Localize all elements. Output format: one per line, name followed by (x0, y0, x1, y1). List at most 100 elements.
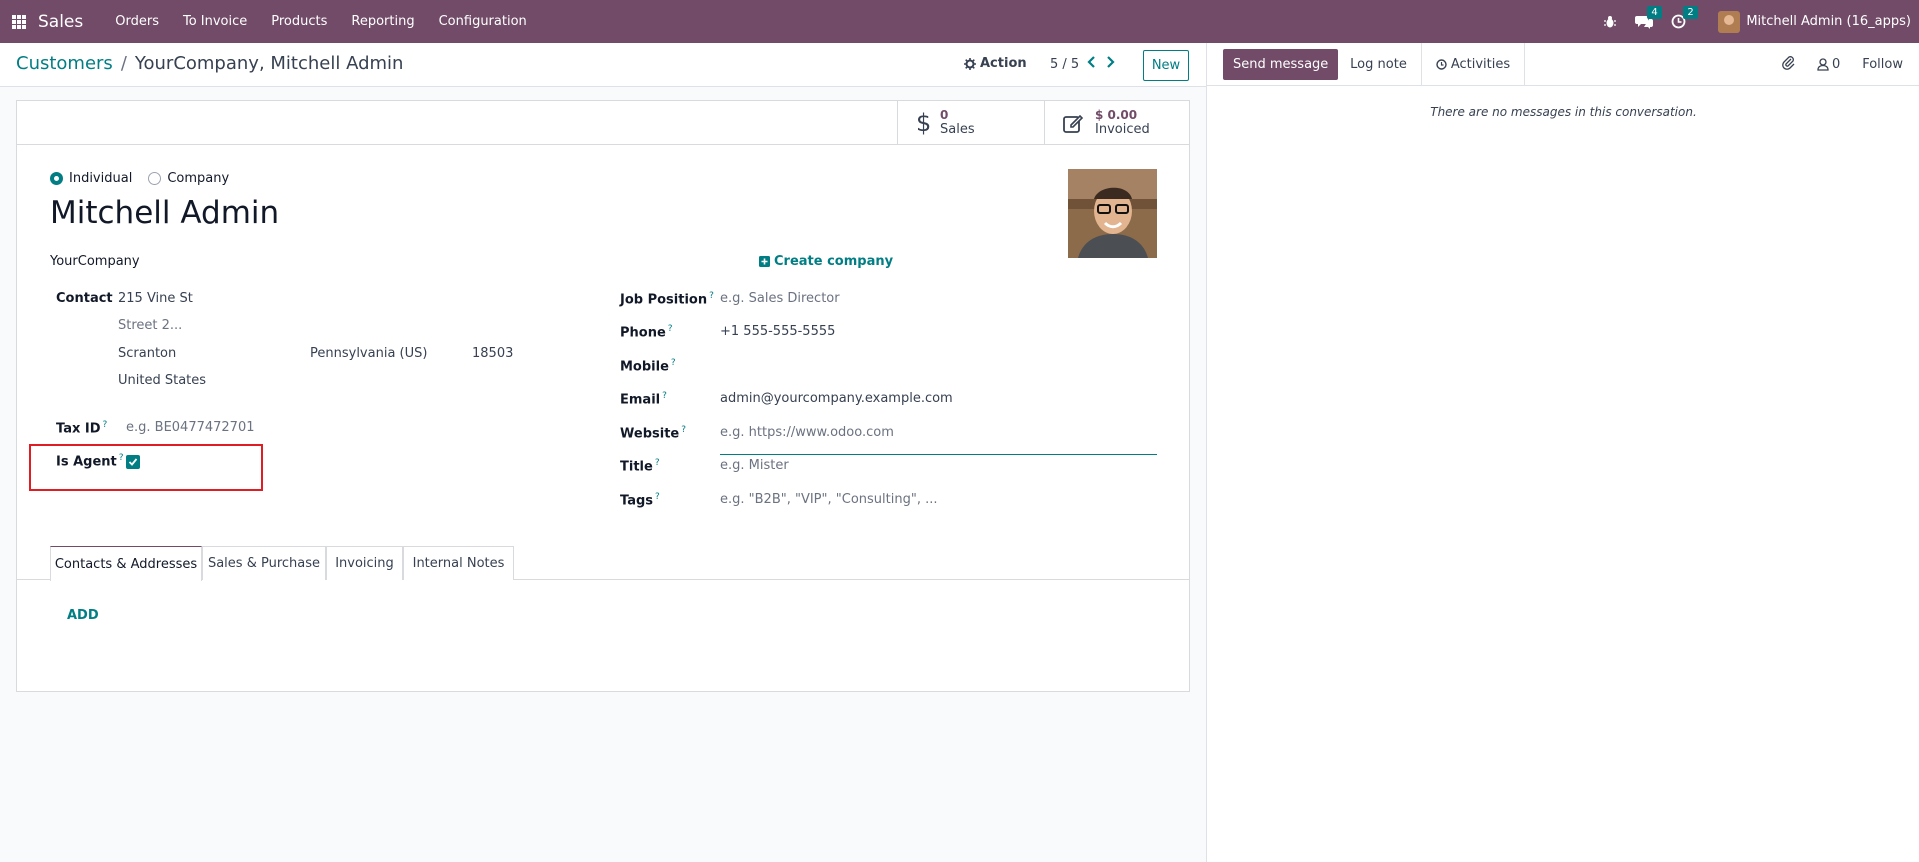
followers-button[interactable]: 0 (1817, 57, 1840, 72)
activities-label: Activities (1450, 57, 1511, 72)
chatter-topbar: Send message Log note Activities 0 Follo… (1207, 43, 1919, 86)
top-navbar: Sales Orders To Invoice Products Reporti… (0, 0, 1919, 43)
send-message-button[interactable]: Send message (1223, 49, 1339, 80)
website-label: Website? (620, 425, 687, 442)
messages-badge: 4 (1647, 6, 1662, 19)
help-icon[interactable]: ? (709, 291, 714, 301)
help-icon[interactable]: ? (655, 492, 660, 502)
log-note-button[interactable]: Log note (1336, 43, 1422, 86)
notebook-tabs: Contacts & Addresses Sales & Purchase In… (17, 546, 1189, 581)
invoiced-smart-button[interactable]: $ 0.00 Invoiced (1044, 101, 1191, 144)
menu-configuration[interactable]: Configuration (427, 0, 539, 43)
partner-name[interactable]: Mitchell Admin (50, 195, 279, 231)
state-field[interactable]: Pennsylvania (US) (310, 346, 427, 361)
followers-count: 0 (1831, 57, 1841, 72)
tax-id-label: Tax ID? (56, 420, 108, 437)
country-field[interactable]: United States (118, 373, 206, 388)
breadcrumb: Customers / YourCompany, Mitchell Admin (16, 53, 403, 74)
help-icon[interactable]: ? (662, 391, 667, 401)
sales-count: 0 (940, 108, 949, 122)
menu-to-invoice[interactable]: To Invoice (171, 0, 259, 43)
tax-id-field[interactable]: e.g. BE0477472701 (126, 420, 255, 435)
add-contact-button[interactable]: ADD (67, 608, 99, 623)
radio-individual[interactable] (50, 172, 63, 185)
street-field[interactable]: 215 Vine St (118, 291, 193, 306)
empty-conversation-message: There are no messages in this conversati… (1430, 105, 1697, 119)
radio-company-label[interactable]: Company (167, 171, 229, 186)
invoiced-amount: $ 0.00 (1095, 108, 1138, 122)
is-agent-highlight-box (29, 444, 263, 491)
user-name: Mitchell Admin (16_apps) (1746, 14, 1911, 29)
sales-smart-button[interactable]: $ 0 Sales (897, 101, 1044, 144)
activities-badge: 2 (1683, 6, 1698, 19)
app-brand[interactable]: Sales (38, 12, 83, 32)
street2-field[interactable]: Street 2... (118, 318, 182, 333)
radio-company[interactable] (148, 172, 162, 185)
city-field[interactable]: Scranton (118, 346, 176, 361)
chevron-left-icon[interactable] (1087, 55, 1097, 73)
website-field[interactable]: e.g. https://www.odoo.com (720, 425, 894, 440)
help-icon[interactable]: ? (671, 358, 676, 368)
phone-label: Phone? (620, 324, 673, 341)
create-company-button[interactable]: Create company (759, 254, 893, 269)
phone-field[interactable]: +1 555-555-5555 (720, 324, 835, 339)
activities-button[interactable]: Activities (1422, 43, 1525, 86)
clock-icon (1436, 59, 1447, 70)
tab-invoicing[interactable]: Invoicing (326, 546, 403, 580)
zip-field[interactable]: 18503 (472, 346, 513, 361)
action-button[interactable]: Action (964, 56, 1027, 71)
create-company-label: Create company (774, 254, 894, 269)
mobile-label: Mobile? (620, 358, 676, 375)
user-menu[interactable]: Mitchell Admin (16_apps) (1718, 10, 1911, 33)
menu-products[interactable]: Products (259, 0, 339, 43)
main-menu: Orders To Invoice Products Reporting Con… (103, 0, 539, 43)
form-sheet: $ 0 Sales $ 0.00 Invoiced Individual Com… (16, 100, 1190, 692)
website-field-underline (720, 454, 1157, 455)
user-avatar (1718, 10, 1741, 33)
invoiced-label: Invoiced (1095, 122, 1150, 137)
action-label: Action (980, 56, 1027, 71)
control-panel: Customers / YourCompany, Mitchell Admin … (0, 43, 1206, 87)
job-position-label: Job Position? (620, 291, 714, 308)
edit-icon (1063, 114, 1084, 133)
chevron-right-icon[interactable] (1105, 55, 1115, 73)
tab-contacts-addresses[interactable]: Contacts & Addresses (50, 546, 202, 581)
help-icon[interactable]: ? (681, 425, 686, 435)
activities-clock-icon[interactable]: 2 (1671, 6, 1698, 29)
title-label: Title? (620, 458, 660, 475)
breadcrumb-separator: / (120, 53, 127, 74)
help-icon[interactable]: ? (655, 458, 660, 468)
sales-label: Sales (940, 122, 975, 137)
gear-icon (964, 57, 976, 70)
partner-photo[interactable] (1068, 169, 1157, 258)
smart-button-box: $ 0 Sales $ 0.00 Invoiced (17, 101, 1189, 145)
paperclip-icon[interactable] (1781, 55, 1795, 74)
email-label: Email? (620, 391, 667, 408)
pager-value[interactable]: 5 / 5 (1050, 57, 1079, 72)
new-button[interactable]: New (1143, 50, 1189, 81)
breadcrumb-customers[interactable]: Customers (16, 53, 113, 74)
follow-button[interactable]: Follow (1862, 57, 1903, 72)
menu-orders[interactable]: Orders (103, 0, 171, 43)
contact-label: Contact (56, 291, 113, 306)
bug-icon[interactable] (1603, 15, 1617, 29)
help-icon[interactable]: ? (668, 324, 673, 334)
user-icon (1817, 58, 1829, 71)
company-field[interactable]: YourCompany (50, 254, 140, 269)
radio-individual-label[interactable]: Individual (69, 171, 132, 186)
app-menu-icon[interactable] (0, 0, 38, 43)
job-position-field[interactable]: e.g. Sales Director (720, 291, 840, 306)
tags-field[interactable]: e.g. "B2B", "VIP", "Consulting", ... (720, 492, 937, 507)
title-field[interactable]: e.g. Mister (720, 458, 789, 473)
help-icon[interactable]: ? (103, 420, 108, 430)
tab-sales-purchase[interactable]: Sales & Purchase (202, 546, 326, 580)
tab-internal-notes[interactable]: Internal Notes (403, 546, 514, 580)
svg-text:$: $ (916, 111, 930, 135)
tags-label: Tags? (620, 492, 660, 509)
email-field[interactable]: admin@yourcompany.example.com (720, 391, 953, 406)
messages-icon[interactable]: 4 (1635, 6, 1662, 29)
plus-square-icon (759, 256, 770, 267)
dollar-icon: $ (916, 111, 930, 135)
company-type-radio: Individual Company (50, 171, 229, 186)
menu-reporting[interactable]: Reporting (339, 0, 426, 43)
